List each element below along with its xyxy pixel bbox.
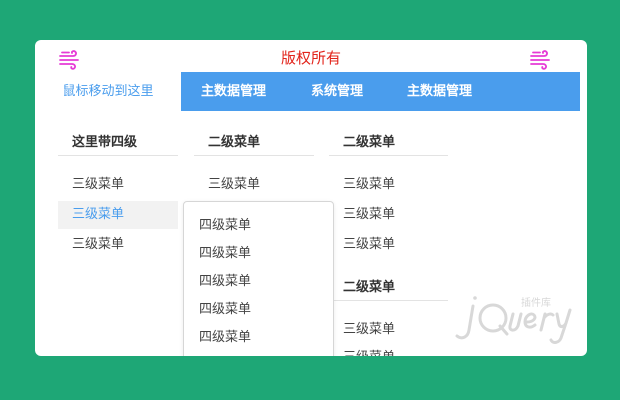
menu-item-level3[interactable]: 三级菜单 bbox=[329, 171, 448, 199]
column-header[interactable]: 二级菜单 bbox=[329, 275, 448, 301]
menu-item-level3[interactable]: 三级菜单 bbox=[58, 171, 178, 199]
page-title: 版权所有 bbox=[280, 49, 341, 67]
menu-item-level3[interactable]: 三级菜单 bbox=[329, 344, 448, 356]
level4-popup: 四级菜单 四级菜单 四级菜单 四级菜单 四级菜单 bbox=[183, 201, 334, 356]
menu-item-level4[interactable]: 四级菜单 bbox=[199, 240, 251, 268]
column-header[interactable]: 这里带四级 bbox=[58, 130, 178, 156]
nav-item-master-data[interactable]: 主数据管理 bbox=[201, 72, 266, 111]
jquery-watermark-logo: 插件库 bbox=[455, 296, 572, 344]
menu-item-level3[interactable]: 三级菜单 bbox=[329, 201, 448, 229]
column-header[interactable]: 二级菜单 bbox=[329, 130, 448, 156]
nav-item-master-data-2[interactable]: 主数据管理 bbox=[407, 72, 472, 111]
wind-icon bbox=[530, 50, 550, 70]
menu-card: 版权所有 鼠标移动到这里 主数据管理 系统管理 主数据管理 这里带四级 三级菜单… bbox=[35, 40, 587, 356]
menu-item-level4[interactable]: 四级菜单 bbox=[199, 268, 251, 296]
menu-item-level3[interactable]: 三级菜单 bbox=[329, 316, 448, 344]
column-header[interactable]: 二级菜单 bbox=[194, 130, 314, 156]
menu-item-level3[interactable]: 三级菜单 bbox=[58, 231, 178, 259]
menu-item-level4[interactable]: 四级菜单 bbox=[199, 324, 251, 352]
nav-item-system[interactable]: 系统管理 bbox=[311, 72, 363, 111]
nav-item-hover-here[interactable]: 鼠标移动到这里 bbox=[35, 72, 181, 111]
menu-item-level3[interactable]: 三级菜单 bbox=[329, 231, 448, 259]
watermark-subtext: 插件库 bbox=[521, 296, 551, 309]
menu-item-level4[interactable]: 四级菜单 bbox=[199, 296, 251, 324]
menu-item-level3-hovered[interactable]: 三级菜单 bbox=[58, 201, 178, 229]
menu-item-level3[interactable]: 三级菜单 bbox=[194, 171, 314, 199]
main-nav: 鼠标移动到这里 主数据管理 系统管理 主数据管理 bbox=[35, 72, 580, 111]
menu-item-level4[interactable]: 四级菜单 bbox=[199, 212, 251, 240]
